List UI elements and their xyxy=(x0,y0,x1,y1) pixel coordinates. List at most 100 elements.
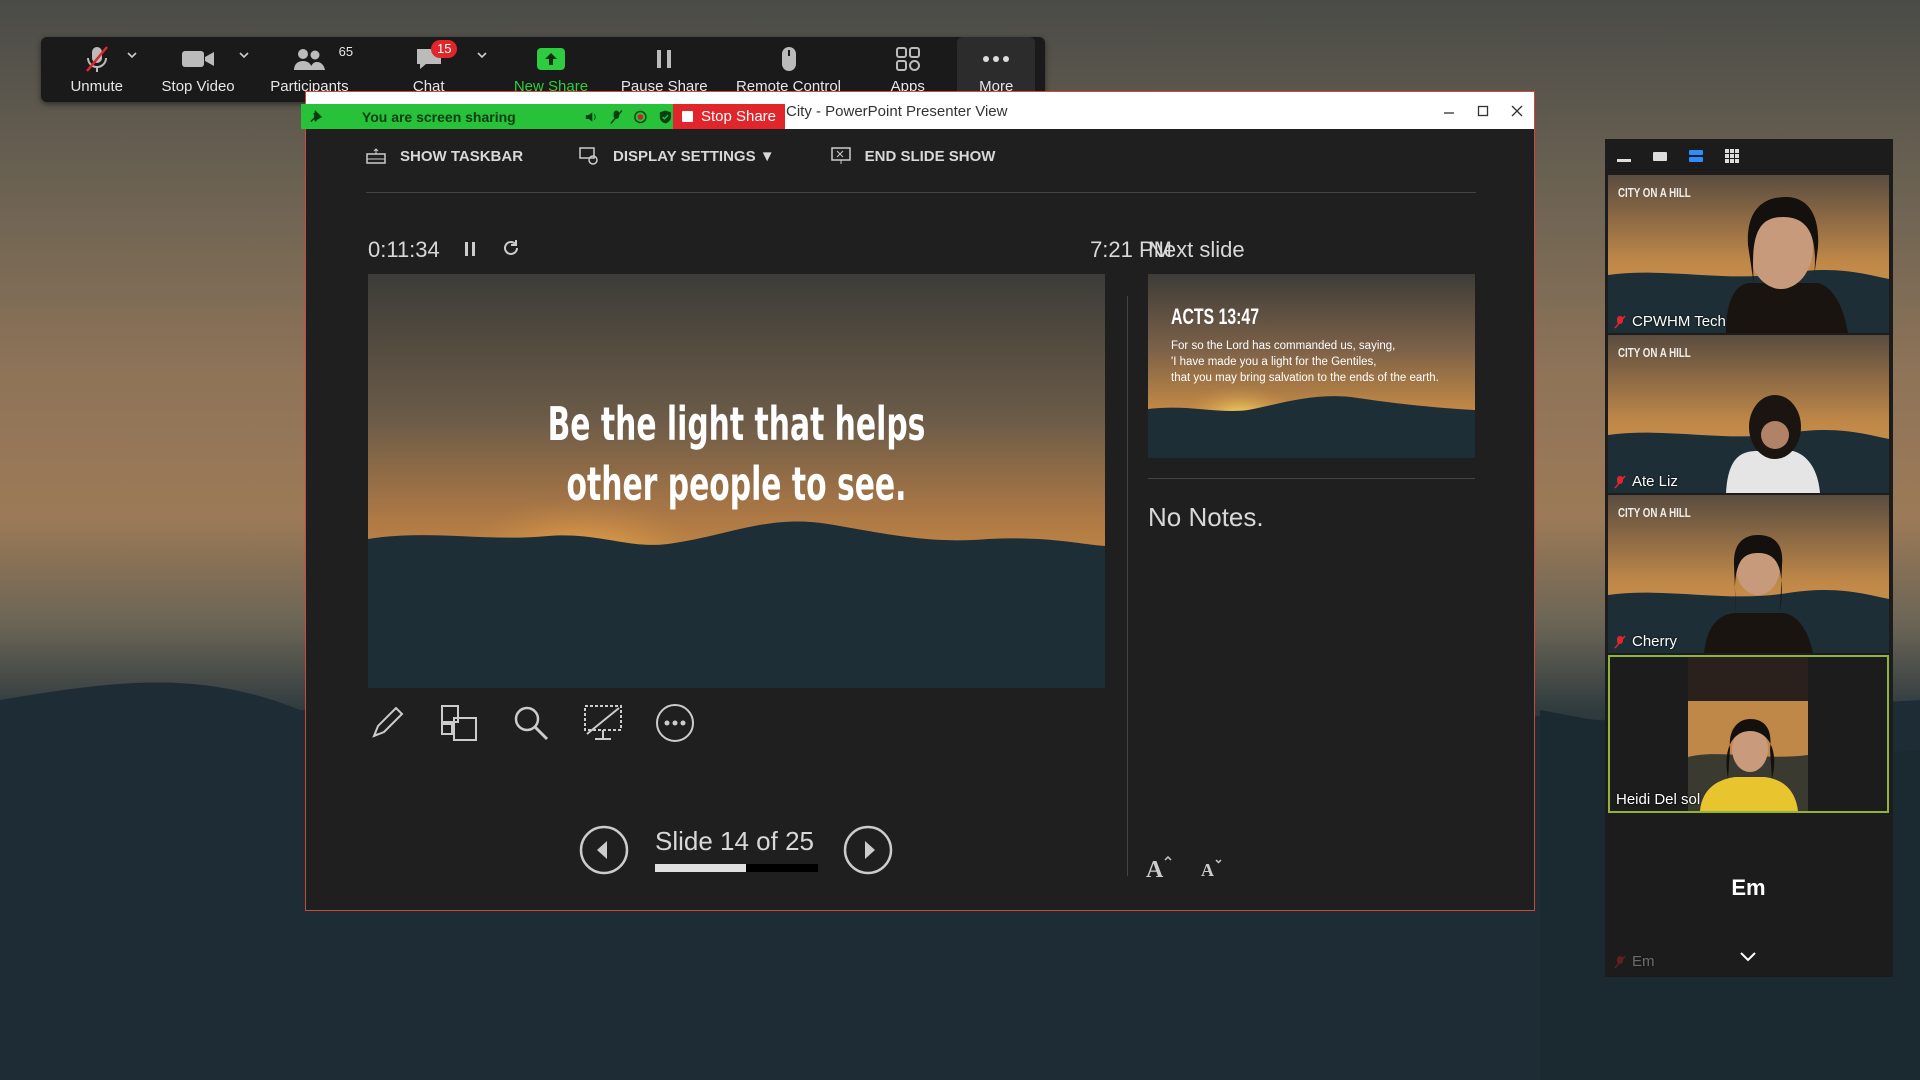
notes-divider xyxy=(1148,478,1475,479)
pause-timer-icon[interactable] xyxy=(463,240,477,258)
participant-name-text: Ate Liz xyxy=(1632,473,1678,490)
display-settings-button[interactable]: DISPLAY SETTINGS ▼ xyxy=(579,147,775,165)
svg-text:A: A xyxy=(1146,857,1164,879)
minimize-icon xyxy=(1617,159,1631,162)
increase-font-icon[interactable]: A xyxy=(1146,855,1172,879)
slide-counter[interactable]: Slide 14 of 25 xyxy=(655,826,814,857)
slide-progress-bar xyxy=(655,864,818,872)
speaker-view-button[interactable] xyxy=(1651,147,1669,165)
stop-share-button[interactable]: Stop Share xyxy=(673,104,785,129)
stop-square-icon xyxy=(681,111,693,122)
next-slide-line-2: 'I have made you a light for the Gentile… xyxy=(1171,356,1377,368)
black-screen-icon xyxy=(584,705,622,740)
end-slide-show-label: END SLIDE SHOW xyxy=(864,147,996,165)
elapsed-timer: 0:11:34 xyxy=(368,237,440,262)
next-slide-title: ACTS 13:47 xyxy=(1171,304,1260,329)
security-shield-icon[interactable] xyxy=(658,109,673,125)
taskbar-icon xyxy=(366,148,386,164)
screen-sharing-bar: You are screen sharing Stop Share xyxy=(301,104,785,129)
participant-name: Em xyxy=(1614,953,1655,970)
pen-tool-button[interactable] xyxy=(366,702,408,744)
unmute-button[interactable]: Unmute xyxy=(51,37,142,102)
chat-options-chevron-icon[interactable] xyxy=(476,49,488,61)
more-options-button[interactable] xyxy=(654,702,696,744)
strip-view-button[interactable] xyxy=(1687,147,1705,165)
minimize-button[interactable] xyxy=(1432,92,1466,129)
minimize-video-button[interactable] xyxy=(1615,147,1633,165)
slide-caption-line-2: other people to see. xyxy=(566,457,907,511)
next-slide-line-3: that you may bring salvation to the ends… xyxy=(1171,372,1439,384)
restart-timer-icon[interactable] xyxy=(501,238,521,258)
maximize-button[interactable] xyxy=(1466,92,1500,129)
next-slide-button[interactable] xyxy=(843,825,893,875)
close-button[interactable] xyxy=(1500,92,1534,129)
slide-progress-fill xyxy=(655,864,747,872)
speaker-notes: No Notes. xyxy=(1148,502,1264,532)
next-slide-line-1: For so the Lord has commanded us, saying… xyxy=(1171,340,1396,352)
more-options-icon xyxy=(656,704,694,742)
stop-video-label: Stop Video xyxy=(161,78,235,95)
decrease-font-icon[interactable]: A xyxy=(1201,858,1223,878)
apps-icon xyxy=(895,44,921,74)
sharing-status[interactable]: You are screen sharing xyxy=(301,104,673,129)
video-camera-icon xyxy=(181,44,215,74)
presenter-tools xyxy=(366,702,696,744)
next-slide-body: For so the Lord has commanded us, saying… xyxy=(1171,338,1439,386)
mic-muted-icon xyxy=(1614,315,1626,328)
grid-view-icon xyxy=(1725,149,1739,163)
unmute-options-chevron-icon[interactable] xyxy=(126,49,138,61)
video-tile[interactable]: CITY ON A HILL Cherry xyxy=(1608,495,1889,653)
participant-name: Cherry xyxy=(1614,633,1677,650)
strip-view-icon xyxy=(1689,150,1703,162)
participants-icon xyxy=(292,44,326,74)
mic-muted-icon xyxy=(84,44,110,74)
more-dots-icon xyxy=(982,44,1010,74)
black-screen-button[interactable] xyxy=(582,702,624,744)
show-taskbar-button[interactable]: SHOW TASKBAR xyxy=(366,147,523,165)
mic-muted-icon[interactable] xyxy=(609,109,624,125)
gallery-view-button[interactable] xyxy=(1723,147,1741,165)
mouse-icon xyxy=(780,44,798,74)
display-settings-label: DISPLAY SETTINGS ▼ xyxy=(613,147,775,165)
stop-share-label: Stop Share xyxy=(700,108,777,125)
end-slide-show-button[interactable]: END SLIDE SHOW xyxy=(830,147,996,165)
pen-icon xyxy=(372,706,404,738)
chat-unread-badge: 15 xyxy=(431,40,458,58)
participant-name: Ate Liz xyxy=(1614,473,1678,490)
stop-video-button[interactable]: Stop Video xyxy=(142,37,253,102)
city-on-a-hill-logo: CITY ON A HILL xyxy=(1618,505,1691,520)
zoom-slide-button[interactable] xyxy=(510,702,552,744)
pause-icon xyxy=(654,44,674,74)
slide-caption: Be the light that helps other people to … xyxy=(471,394,1002,514)
scroll-down-chevron-icon[interactable] xyxy=(1738,950,1758,964)
window-controls xyxy=(1432,92,1534,129)
display-settings-icon xyxy=(579,147,598,165)
single-view-icon xyxy=(1653,152,1667,161)
menubar-divider xyxy=(366,192,1476,193)
speaker-icon[interactable] xyxy=(584,109,599,125)
video-tile[interactable]: CITY ON A HILL Ate Liz xyxy=(1608,335,1889,493)
video-tile[interactable]: CITY ON A HILL CPWHM Tech xyxy=(1608,175,1889,333)
active-speaker-video-tile[interactable]: Heidi Del sol xyxy=(1608,655,1889,813)
previous-slide-button[interactable] xyxy=(579,825,629,875)
participant-name-text: Heidi Del sol xyxy=(1616,791,1701,808)
powerpoint-presenter-window: City - PowerPoint Presenter View SHOW TA… xyxy=(305,91,1535,911)
magnifier-icon xyxy=(514,706,549,741)
city-on-a-hill-logo: CITY ON A HILL xyxy=(1618,185,1691,200)
mic-muted-icon xyxy=(1614,635,1626,648)
see-all-slides-button[interactable] xyxy=(438,702,480,744)
participant-name-text: Cherry xyxy=(1632,633,1678,650)
pin-icon xyxy=(310,109,322,122)
participant-name: Heidi Del sol xyxy=(1616,791,1700,808)
share-screen-icon xyxy=(536,44,566,74)
unmute-label: Unmute xyxy=(70,78,123,95)
record-icon[interactable] xyxy=(633,109,648,125)
next-slide-preview[interactable]: ACTS 13:47 For so the Lord has commanded… xyxy=(1148,274,1475,458)
presenter-menubar: SHOW TASKBAR DISPLAY SETTINGS ▼ END SLID… xyxy=(366,147,995,165)
participant-count: 65 xyxy=(338,44,354,59)
maximize-icon xyxy=(1477,105,1489,116)
svg-text:A: A xyxy=(1201,860,1214,878)
video-options-chevron-icon[interactable] xyxy=(238,49,250,61)
slide-caption-line-1: Be the light that helps xyxy=(547,397,926,451)
next-slide-heading: Next slide xyxy=(1148,237,1245,262)
